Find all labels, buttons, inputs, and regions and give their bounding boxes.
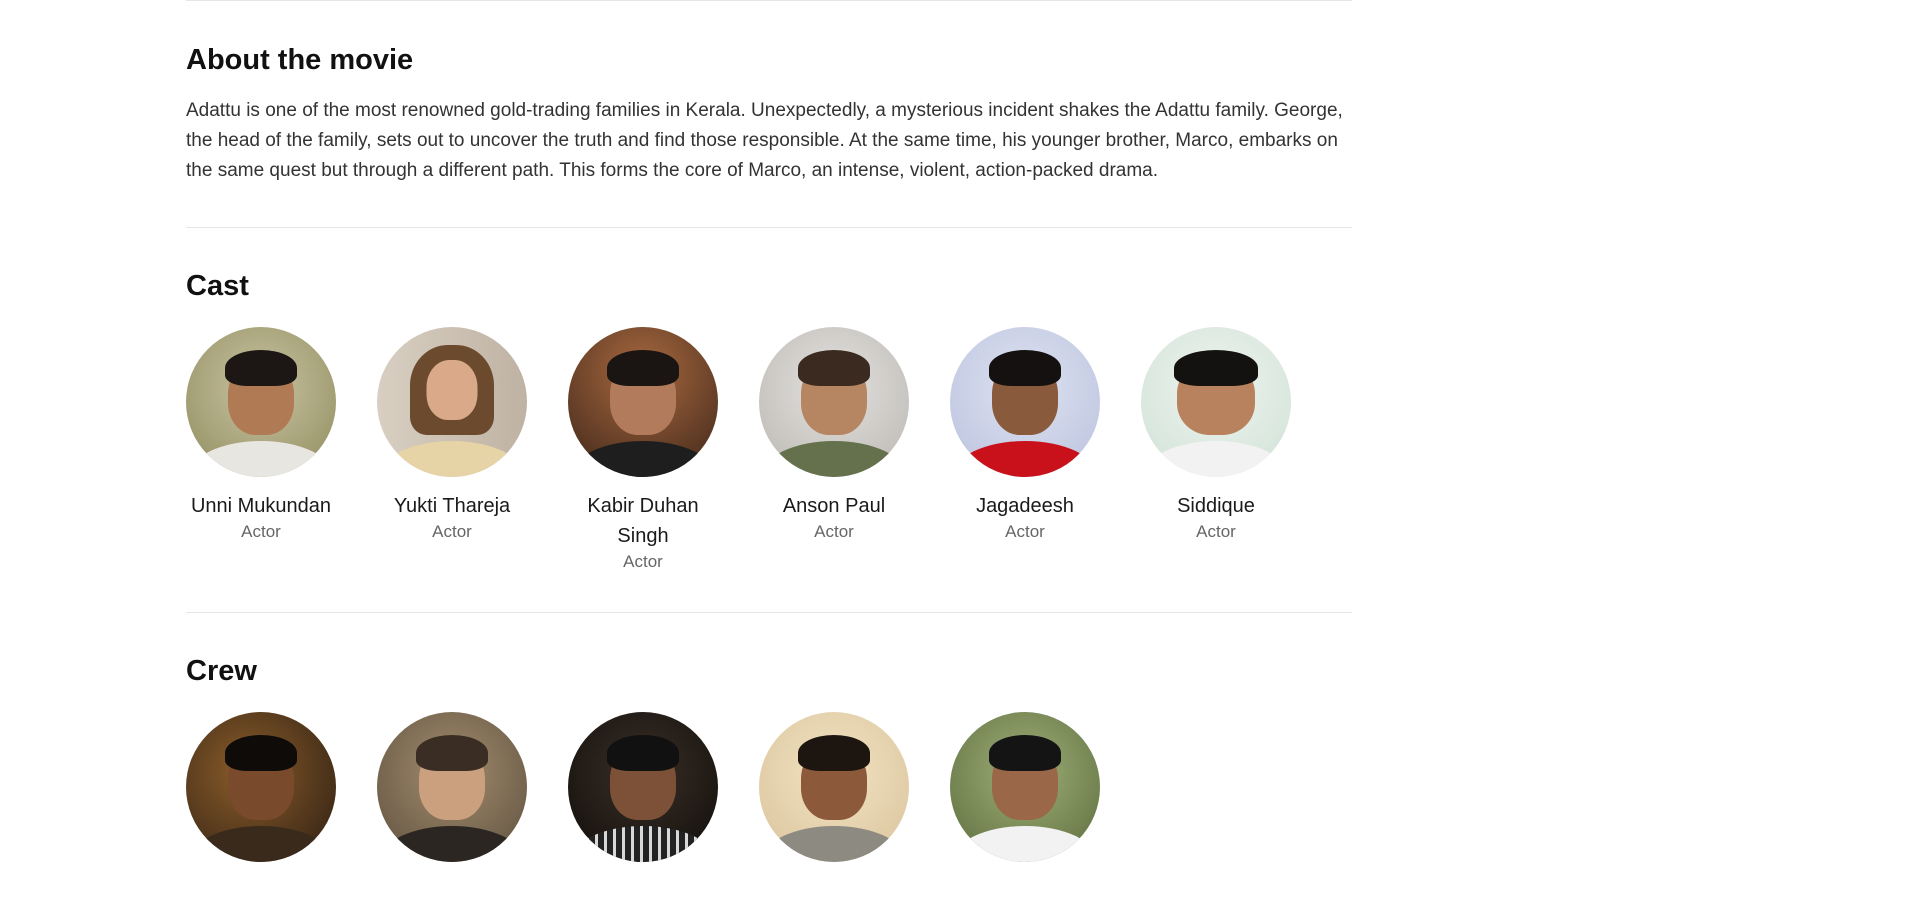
cast-name: Kabir Duhan Singh (587, 495, 699, 547)
cast-role: Actor (1196, 522, 1236, 541)
top-divider (186, 0, 1352, 1)
cast-member-unni-mukundan[interactable]: Unni Mukundan Actor (186, 327, 336, 572)
avatar[interactable] (759, 327, 909, 477)
avatar[interactable] (186, 327, 336, 477)
about-description: Adattu is one of the most renowned gold-… (186, 100, 1343, 181)
avatar[interactable] (568, 327, 718, 477)
about-divider (186, 227, 1352, 228)
cast-member-yukti-thareja[interactable]: Yukti Thareja Actor (377, 327, 527, 572)
cast-name: Siddique (1177, 495, 1255, 517)
crew-list (186, 712, 1352, 862)
avatar[interactable] (759, 712, 909, 862)
cast-member-anson-paul[interactable]: Anson Paul Actor (759, 327, 909, 572)
avatar[interactable] (1141, 327, 1291, 477)
cast-role: Actor (241, 522, 281, 541)
avatar[interactable] (377, 712, 527, 862)
avatar[interactable] (186, 712, 336, 862)
movie-details-content: About the movie Adattu is one of the mos… (186, 0, 1352, 862)
crew-title: Crew (186, 655, 257, 687)
cast-name: Unni Mukundan (190, 495, 332, 517)
cast-name: Yukti Thareja (393, 495, 511, 517)
cast-member-siddique[interactable]: Siddique Actor (1141, 327, 1291, 572)
cast-role: Actor (814, 522, 854, 541)
avatar[interactable] (950, 712, 1100, 862)
cast-title: Cast (186, 270, 249, 302)
avatar[interactable] (377, 327, 527, 477)
crew-member[interactable] (759, 712, 909, 862)
avatar[interactable] (950, 327, 1100, 477)
cast-name: Anson Paul (782, 495, 886, 517)
cast-member-jagadeesh[interactable]: Jagadeesh Actor (950, 327, 1100, 572)
avatar[interactable] (568, 712, 718, 862)
crew-member[interactable] (568, 712, 718, 862)
cast-role: Actor (623, 552, 663, 571)
cast-name: Jagadeesh (976, 495, 1074, 517)
cast-list: Unni Mukundan Actor Yukti Thareja Actor … (186, 327, 1352, 572)
crew-member[interactable] (950, 712, 1100, 862)
cast-member-kabir-duhan-singh[interactable]: Kabir Duhan Singh Actor (568, 327, 718, 572)
cast-role: Actor (432, 522, 472, 541)
cast-role: Actor (1005, 522, 1045, 541)
about-title: About the movie (186, 44, 414, 76)
crew-member[interactable] (186, 712, 336, 862)
crew-member[interactable] (377, 712, 527, 862)
cast-divider (186, 612, 1352, 613)
